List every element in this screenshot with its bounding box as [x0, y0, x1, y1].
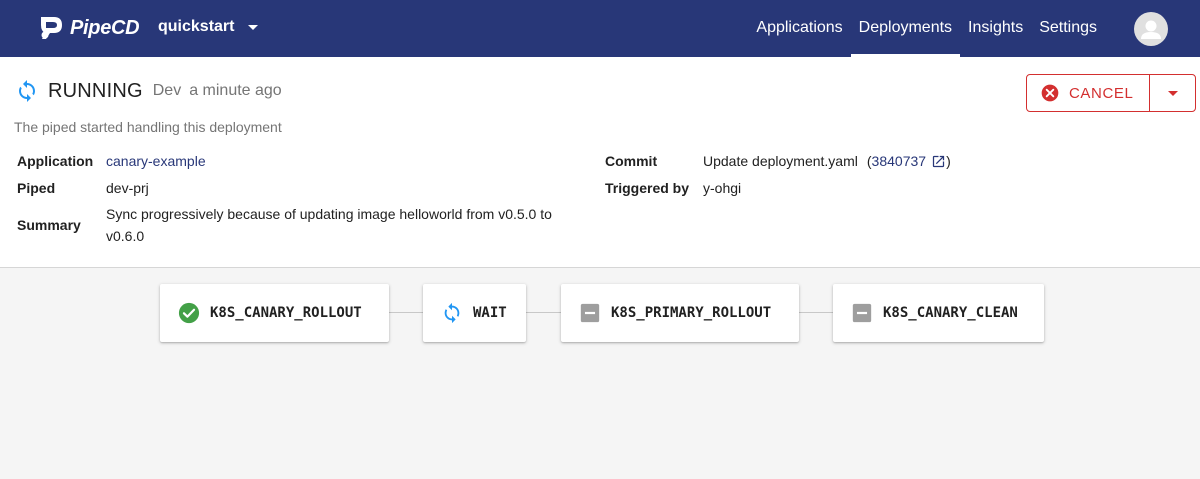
pipecd-logo-icon: [41, 17, 62, 39]
nav-settings[interactable]: Settings: [1031, 0, 1105, 57]
cancel-split-button: CANCEL: [1026, 74, 1197, 112]
pipecd-logo[interactable]: PipeCD: [36, 8, 160, 48]
status-description: The piped started handling this deployme…: [14, 119, 282, 135]
commit-message: Update deployment.yaml: [703, 153, 858, 169]
summary-label: Summary: [17, 217, 81, 233]
nav-deployments[interactable]: Deployments: [850, 0, 961, 57]
user-avatar[interactable]: [1134, 12, 1168, 46]
commit-hash-link[interactable]: 3840737: [872, 150, 927, 172]
stage-k8s-canary-rollout[interactable]: K8S_CANARY_ROLLOUT: [160, 284, 389, 342]
app-bar: PipeCD quickstart Applications Deploymen…: [0, 0, 1200, 57]
cancel-label: CANCEL: [1069, 84, 1134, 102]
open-in-new-icon[interactable]: [931, 154, 946, 169]
person-icon: [1141, 20, 1161, 39]
piped-label: Piped: [17, 180, 56, 196]
relative-time: a minute ago: [189, 82, 282, 99]
commit-label: Commit: [605, 153, 658, 169]
triggered-by-value: y-ohgi: [703, 180, 742, 196]
cancel-icon: [1041, 84, 1059, 102]
stage-name: K8S_CANARY_CLEAN: [883, 305, 1018, 321]
stage-k8s-canary-clean[interactable]: K8S_CANARY_CLEAN: [833, 284, 1044, 342]
stage-k8s-primary-rollout[interactable]: K8S_PRIMARY_ROLLOUT: [561, 284, 799, 342]
application-link[interactable]: canary-example: [106, 150, 206, 172]
stage-name: K8S_CANARY_ROLLOUT: [210, 305, 362, 321]
summary-value: Sync progressively because of updating i…: [106, 203, 606, 247]
cancel-options-button[interactable]: [1150, 75, 1195, 111]
chevron-down-icon: [1167, 90, 1178, 96]
deployment-header: RUNNING Dev a minute ago The piped start…: [0, 57, 1200, 268]
application-label: Application: [17, 153, 94, 169]
chevron-down-icon: [248, 24, 259, 30]
minus-square-icon: [580, 303, 600, 323]
project-selector[interactable]: quickstart: [158, 18, 259, 36]
status-row: RUNNING Dev a minute ago: [15, 79, 282, 103]
commit-paren-close: ): [946, 153, 951, 169]
environment-name: Dev: [152, 82, 182, 99]
sync-icon: [19, 80, 35, 102]
brand-name: PipeCD: [70, 16, 140, 39]
nav-applications[interactable]: Applications: [748, 0, 850, 57]
project-name: quickstart: [158, 18, 235, 35]
pipeline-graph: K8S_CANARY_ROLLOUT WAIT K8S_PRIMARY_ROLL…: [0, 268, 1200, 479]
cancel-button[interactable]: CANCEL: [1027, 75, 1151, 111]
sync-icon: [444, 302, 460, 324]
commit-value: Update deployment.yaml ( 3840737 ): [703, 150, 951, 172]
main-nav: Applications Deployments Insights Settin…: [748, 0, 1105, 57]
piped-value: dev-prj: [106, 180, 149, 196]
stage-connector: [799, 312, 833, 313]
stage-connector: [389, 312, 423, 313]
check-circle-icon: [178, 302, 200, 324]
deployment-status: RUNNING: [48, 79, 143, 102]
summary-line-2: v0.6.0: [106, 228, 145, 244]
triggered-by-label: Triggered by: [605, 180, 690, 196]
stage-wait[interactable]: WAIT: [423, 284, 526, 342]
stage-name: WAIT: [473, 305, 507, 321]
minus-square-icon: [852, 303, 872, 323]
nav-insights[interactable]: Insights: [960, 0, 1031, 57]
summary-line-1: Sync progressively because of updating i…: [106, 206, 552, 222]
stage-name: K8S_PRIMARY_ROLLOUT: [611, 305, 772, 321]
stage-connector: [526, 312, 561, 313]
